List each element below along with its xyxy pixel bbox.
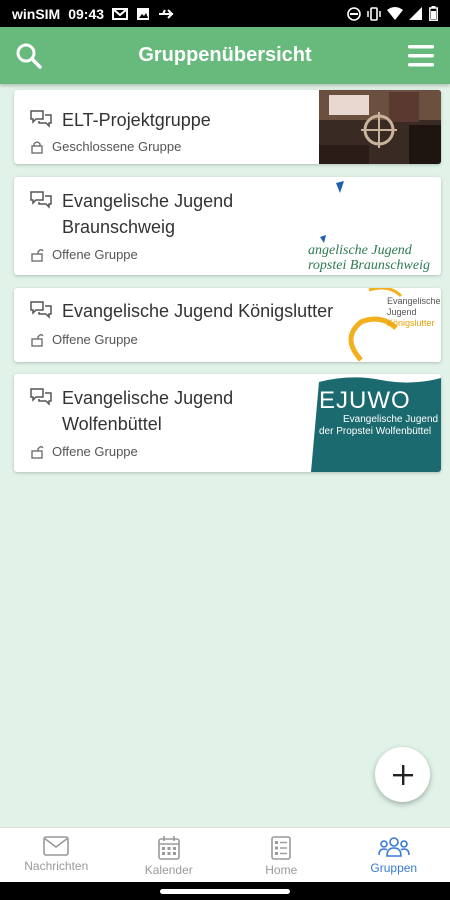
page-title: Gruppenübersicht (138, 44, 312, 66)
do-not-disturb-icon (347, 6, 361, 21)
home-list-icon (271, 836, 292, 860)
group-type: Offene Gruppe (52, 444, 138, 459)
menu-icon[interactable] (406, 41, 436, 71)
group-name: Evangelische Jugend Wolfenbüttel (62, 388, 234, 434)
usb-icon (158, 8, 174, 20)
carrier-name: winSIM (12, 5, 61, 22)
group-card-ej-koenigslutter[interactable]: Evangelische Jugend Königslutter Offene … (14, 288, 441, 362)
group-logo-braunschweig: angelische Jugend ropstei Braunschweig (306, 177, 441, 275)
chat-icon (30, 110, 52, 128)
logo-text: EJUWO (319, 387, 411, 414)
plus-icon (392, 764, 413, 785)
calendar-icon (157, 836, 180, 860)
groups-icon (377, 837, 410, 857)
group-thumbnail-photo (319, 90, 441, 164)
search-icon[interactable] (14, 41, 44, 71)
logo-text: ropstei Braunschweig (308, 258, 430, 273)
chat-icon (30, 191, 52, 209)
system-navigation-bar (0, 882, 450, 900)
lock-open-icon (31, 445, 44, 459)
battery-icon (429, 6, 438, 21)
logo-text: Evangelische (387, 296, 441, 306)
lock-open-icon (31, 248, 44, 262)
status-bar: winSIM 09:43 (0, 0, 450, 27)
add-group-button[interactable] (375, 747, 430, 802)
logo-text: Evangelische Jugend (343, 414, 439, 425)
nav-item-kalender[interactable]: Kalender (113, 828, 226, 882)
mail-icon (43, 836, 70, 856)
nav-item-nachrichten[interactable]: Nachrichten (0, 828, 113, 882)
chat-icon (30, 388, 52, 406)
group-logo-wolfenbuettel: EJUWO Evangelische Jugend der Propstei W… (311, 374, 441, 472)
lock-closed-icon (31, 140, 43, 154)
logo-text: angelische Jugend (308, 243, 412, 258)
logo-text: Jugend (387, 307, 417, 317)
nav-label: Kalender (144, 863, 193, 877)
group-type: Offene Gruppe (52, 247, 138, 262)
nav-label: Nachrichten (24, 859, 89, 873)
nav-label: Home (265, 863, 298, 877)
group-card-ej-wolfenbuettel[interactable]: Evangelische Jugend Wolfenbüttel Offene … (14, 374, 441, 472)
bottom-navigation: Nachrichten Kalender Home Gruppen (0, 827, 450, 882)
lock-open-icon (31, 333, 44, 347)
clock: 09:43 (68, 5, 105, 22)
image-notification-icon (136, 7, 150, 21)
logo-text: der Propstei Wolfenbüttel (319, 426, 432, 437)
group-type: Geschlossene Gruppe (52, 139, 182, 154)
group-type: Offene Gruppe (52, 332, 138, 347)
group-card-elt-projektgruppe[interactable]: ELT-Projektgruppe Geschlossene Gruppe (14, 90, 441, 164)
group-name: Evangelische Jugend Königslutter (62, 301, 334, 321)
chat-icon (30, 301, 52, 319)
wifi-icon (387, 7, 403, 20)
group-name: Evangelische Jugend Braunschweig (62, 191, 234, 237)
nav-item-gruppen[interactable]: Gruppen (338, 828, 450, 882)
vibrate-icon (367, 6, 381, 21)
nav-item-home[interactable]: Home (225, 828, 338, 882)
group-card-ej-braunschweig[interactable]: Evangelische Jugend Braunschweig Offene … (14, 177, 441, 275)
nav-label: Gruppen (370, 861, 418, 875)
app-bar: Gruppenübersicht (0, 27, 450, 84)
group-list: ELT-Projektgruppe Geschlossene Gruppe Ev… (0, 84, 450, 827)
signal-icon (409, 7, 423, 20)
mail-notification-icon (112, 7, 129, 20)
group-name: ELT-Projektgruppe (62, 110, 211, 130)
group-logo-koenigslutter: Evangelische Jugend Königslutter (341, 288, 441, 362)
home-gesture-handle[interactable] (160, 888, 290, 894)
logo-text: Königslutter (387, 318, 435, 328)
